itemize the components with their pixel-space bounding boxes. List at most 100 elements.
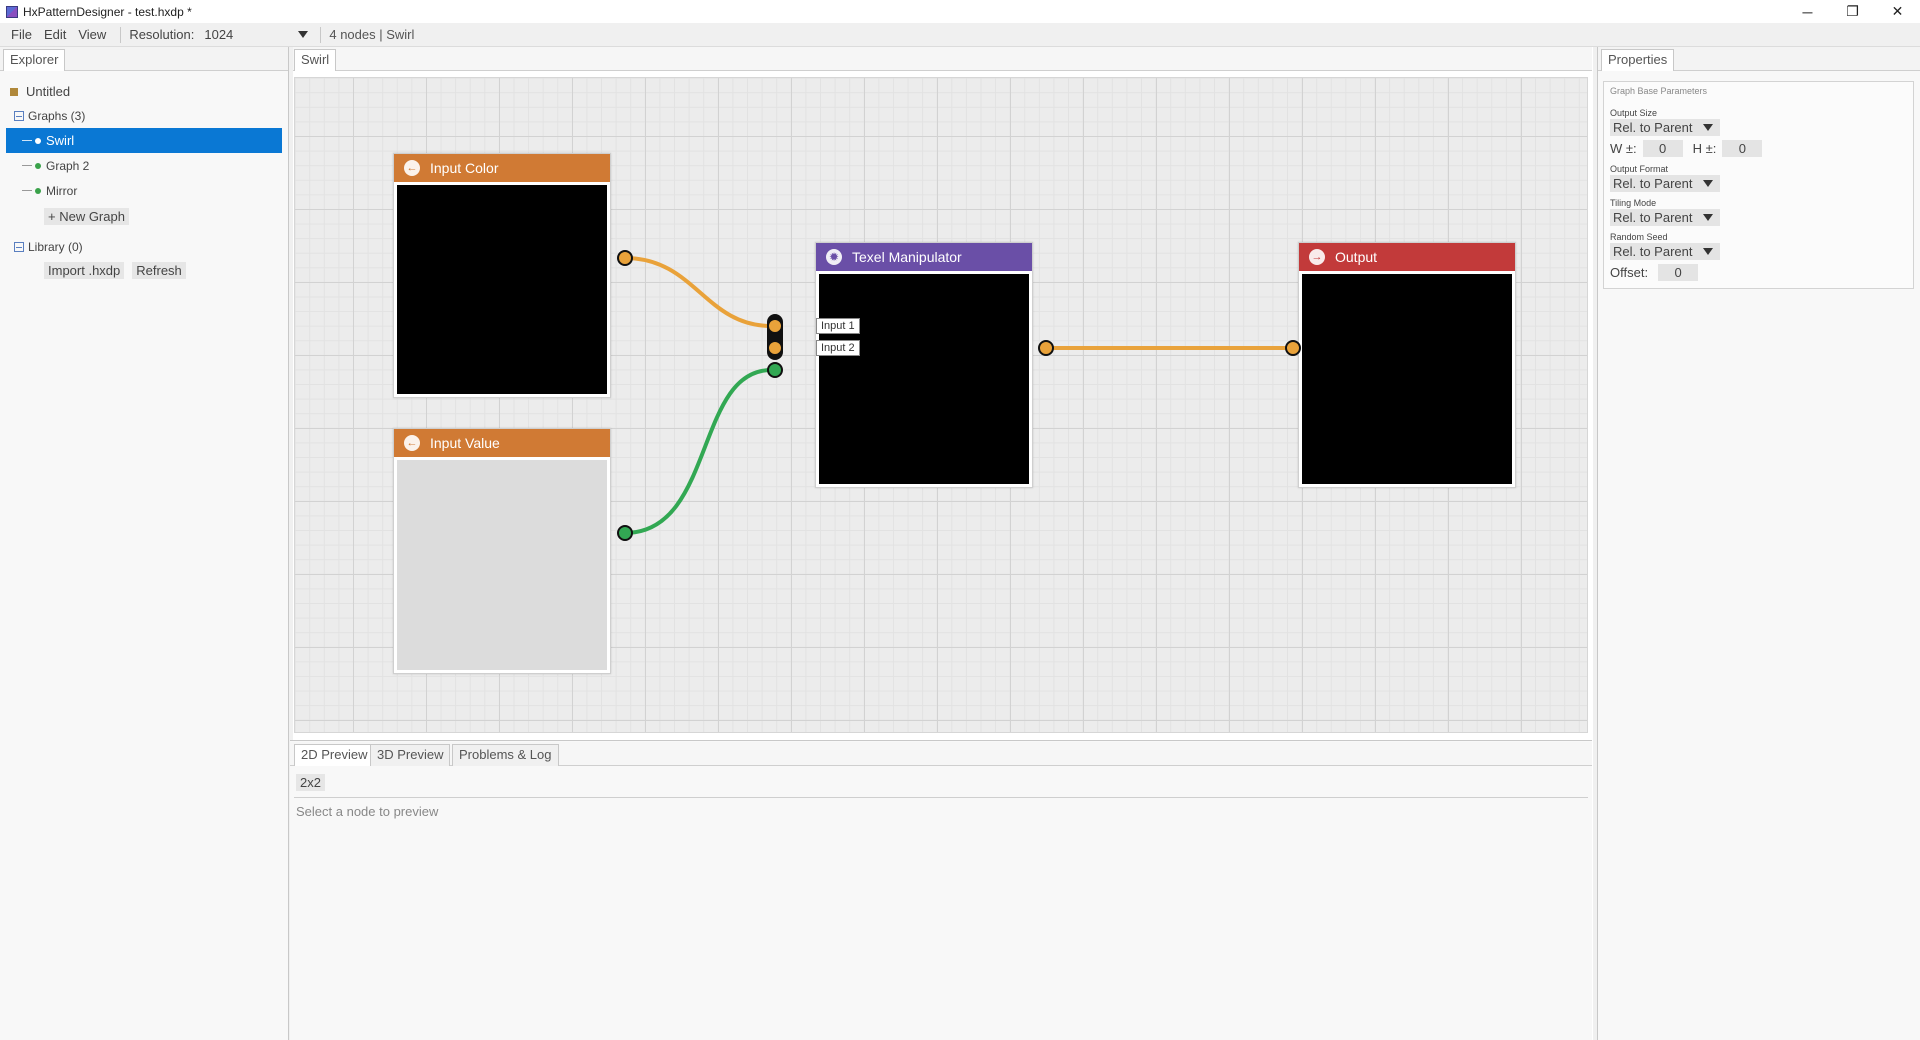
node-header[interactable]: ✹ Texel Manipulator: [816, 243, 1032, 271]
graph-editor: Swirl ← Input Color ← Input Value ✹ Texe…: [290, 47, 1592, 740]
menu-view[interactable]: View: [72, 27, 112, 42]
w-offset-field[interactable]: 0: [1642, 140, 1683, 157]
port-output[interactable]: [1038, 340, 1054, 356]
port-input-2[interactable]: [767, 340, 783, 356]
node-header[interactable]: ← Input Value: [394, 429, 610, 457]
size-offset-row: W ±: 0 H ±: 0: [1610, 139, 1907, 158]
node-title: Input Color: [430, 160, 499, 176]
tab-2d-preview[interactable]: 2D Preview: [294, 744, 375, 766]
preview-size-button[interactable]: 2x2: [296, 774, 325, 791]
collapse-icon[interactable]: [14, 241, 24, 252]
random-seed-select[interactable]: Rel. to Parent: [1610, 243, 1720, 260]
output-format-select[interactable]: Rel. to Parent: [1610, 175, 1720, 192]
status-text: 4 nodes | Swirl: [329, 27, 415, 42]
tiling-mode-label: Tiling Mode: [1610, 198, 1657, 208]
tab-3d-preview[interactable]: 3D Preview: [370, 744, 451, 766]
select-value: Rel. to Parent: [1613, 176, 1693, 191]
node-output[interactable]: → Output: [1298, 242, 1516, 488]
node-header[interactable]: ← Input Color: [394, 154, 610, 182]
collapse-icon[interactable]: [14, 111, 24, 121]
node-preview: [819, 274, 1029, 484]
random-seed-label: Random Seed: [1610, 232, 1668, 242]
graphs-group[interactable]: Graphs (3): [6, 104, 282, 128]
app-icon: [6, 5, 18, 18]
tree-branch: [22, 140, 32, 141]
graph-dot-icon: [35, 187, 41, 194]
graph-item-mirror[interactable]: Mirror: [6, 178, 282, 203]
port-input[interactable]: [1285, 340, 1301, 356]
project-icon: [10, 87, 18, 96]
port-label-input-1: Input 1: [816, 318, 860, 334]
minimize-button[interactable]: ─: [1785, 0, 1830, 23]
tab-problems-log[interactable]: Problems & Log: [452, 744, 559, 766]
menu-edit[interactable]: Edit: [38, 27, 72, 42]
output-size-label: Output Size: [1610, 108, 1658, 118]
window-controls: ─ ❐ ✕: [1785, 0, 1920, 23]
project-item[interactable]: Untitled: [6, 79, 282, 104]
graph-dot-icon: [35, 137, 41, 144]
gear-icon: ✹: [826, 249, 842, 265]
library-group[interactable]: Library (0): [6, 234, 282, 259]
graph-item-swirl[interactable]: Swirl: [6, 128, 282, 153]
tab-explorer[interactable]: Explorer: [3, 49, 66, 71]
chevron-down-icon: [1703, 214, 1713, 221]
menu-bar: File Edit View Resolution: 1024 4 nodes …: [0, 23, 1920, 47]
select-value: Rel. to Parent: [1613, 210, 1693, 225]
menu-file[interactable]: File: [5, 27, 38, 42]
graph-base-parameters: Graph Base Parameters Output Size Rel. t…: [1603, 81, 1914, 289]
w-label: W ±:: [1610, 141, 1637, 156]
close-button[interactable]: ✕: [1875, 0, 1920, 23]
menu-separator: [320, 26, 322, 43]
h-offset-field[interactable]: 0: [1722, 140, 1763, 157]
tab-properties[interactable]: Properties: [1601, 49, 1675, 71]
offset-field[interactable]: 0: [1658, 264, 1699, 281]
node-input-color[interactable]: ← Input Color: [393, 153, 611, 398]
title-bar: HxPatternDesigner - test.hxdp * ─ ❐ ✕: [0, 0, 1920, 23]
preview-tabbar: 2D Preview 3D Preview Problems & Log: [290, 742, 1592, 766]
port-label-input-2: Input 2: [816, 340, 860, 356]
output-format-label: Output Format: [1610, 164, 1669, 174]
menu-separator: [120, 26, 122, 43]
restore-button[interactable]: ❐: [1830, 0, 1875, 23]
tree-branch: [22, 190, 32, 191]
port-input-3[interactable]: [767, 362, 783, 378]
window-title: HxPatternDesigner - test.hxdp *: [23, 4, 192, 19]
properties-tabbar: Properties: [1598, 47, 1920, 71]
preview-hint: Select a node to preview: [296, 804, 439, 819]
node-header[interactable]: → Output: [1299, 243, 1515, 271]
arrow-left-icon: ←: [404, 160, 420, 176]
tab-graph-swirl[interactable]: Swirl: [294, 49, 337, 71]
tree-branch: [22, 165, 32, 166]
offset-row: Offset: 0: [1610, 263, 1907, 282]
node-input-value[interactable]: ← Input Value: [393, 428, 611, 674]
port-output[interactable]: [617, 250, 633, 266]
output-size-select[interactable]: Rel. to Parent: [1610, 119, 1720, 136]
node-canvas[interactable]: ← Input Color ← Input Value ✹ Texel Mani…: [294, 77, 1588, 733]
graph-item-label: Swirl: [46, 133, 75, 148]
wire-value-to-input3[interactable]: [624, 368, 772, 535]
new-graph-row: + New Graph: [6, 203, 282, 228]
node-title: Input Value: [430, 435, 500, 451]
chevron-down-icon: [1703, 180, 1713, 187]
port-output[interactable]: [617, 525, 633, 541]
resolution-select[interactable]: 1024: [204, 27, 312, 42]
import-button[interactable]: Import .hxdp: [44, 262, 125, 279]
graph-item-graph-2[interactable]: Graph 2: [6, 153, 282, 178]
tiling-mode-select[interactable]: Rel. to Parent: [1610, 209, 1720, 226]
resolution-value: 1024: [204, 27, 234, 42]
graph-tabbar: Swirl: [290, 47, 1592, 71]
node-texel-manipulator[interactable]: ✹ Texel Manipulator: [815, 242, 1033, 488]
arrow-left-icon: ←: [404, 435, 420, 451]
h-label: H ±:: [1692, 141, 1717, 156]
divider: [294, 797, 1588, 798]
new-graph-button[interactable]: + New Graph: [44, 208, 129, 225]
wire-color-to-input1[interactable]: [624, 256, 772, 328]
node-preview: [397, 185, 607, 394]
refresh-button[interactable]: Refresh: [132, 262, 186, 279]
port-input-1[interactable]: [767, 318, 783, 334]
chevron-down-icon: [1703, 248, 1713, 255]
graph-item-label: Graph 2: [46, 158, 90, 173]
select-value: Rel. to Parent: [1613, 120, 1693, 135]
preview-panel: 2D Preview 3D Preview Problems & Log 2x2…: [290, 740, 1592, 1040]
chevron-down-icon: [298, 31, 309, 38]
